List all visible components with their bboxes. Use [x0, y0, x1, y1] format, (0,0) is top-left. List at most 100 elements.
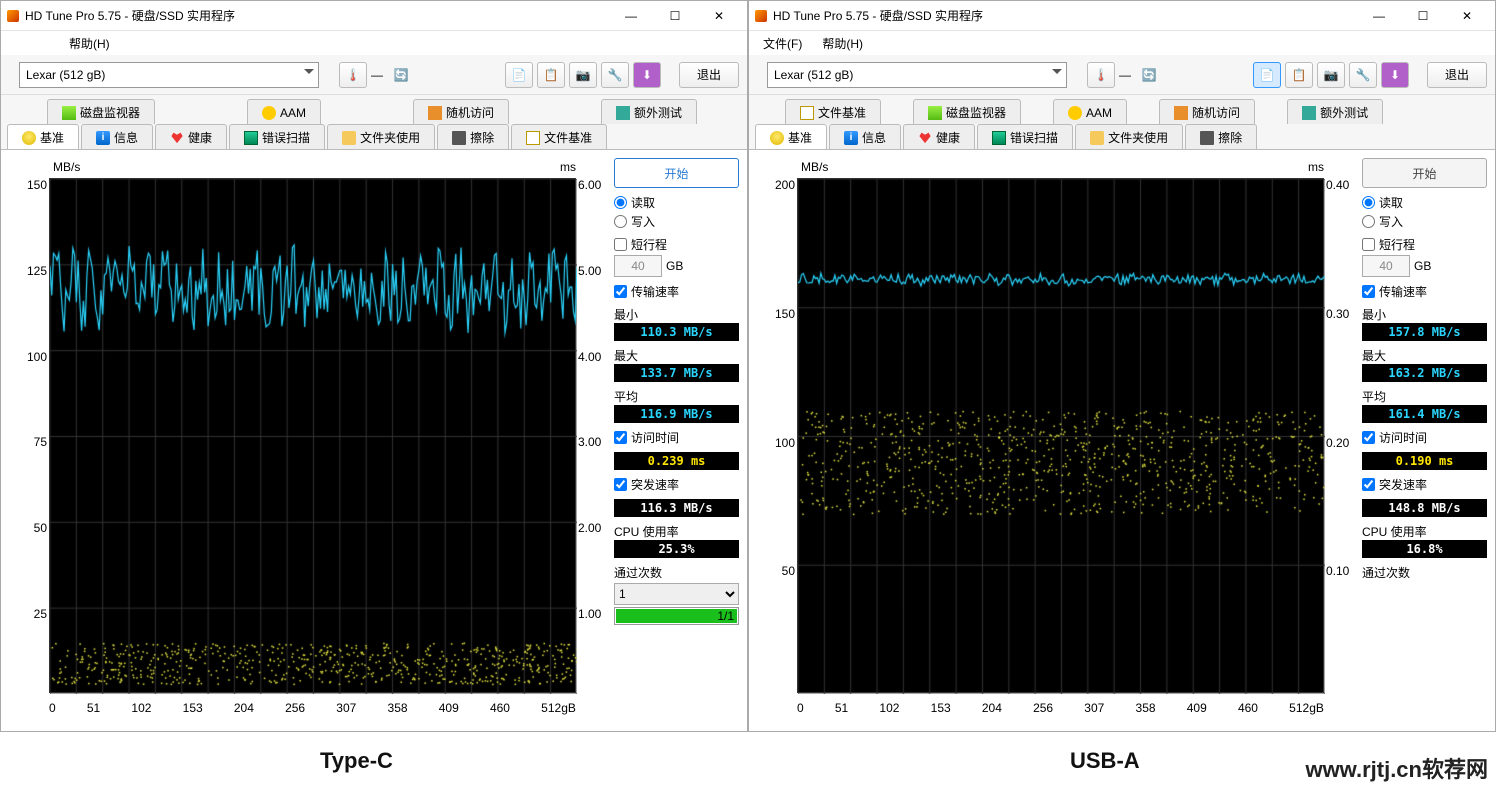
stat-access: 0.239 ms: [614, 452, 739, 470]
check-access[interactable]: 访问时间: [1362, 429, 1487, 446]
tabs-upper: 磁盘监视器 AAM 随机访问 额外测试: [1, 95, 747, 124]
save-button[interactable]: ⬇: [1381, 62, 1409, 88]
options-button[interactable]: 🔧: [1349, 62, 1377, 88]
drive-select[interactable]: Lexar (512 gB): [19, 62, 319, 88]
copy-info-button[interactable]: 📋: [1285, 62, 1313, 88]
tab-info[interactable]: 信息: [829, 124, 901, 150]
random-icon: [1174, 106, 1188, 120]
temp-icon-button[interactable]: 🌡️: [1087, 62, 1115, 88]
check-shortstroke[interactable]: 短行程: [614, 236, 739, 253]
screenshot-button[interactable]: 📷: [569, 62, 597, 88]
tab-aam[interactable]: AAM: [1053, 99, 1127, 125]
save-button[interactable]: ⬇: [633, 62, 661, 88]
close-button[interactable]: ✕: [697, 2, 741, 30]
tab-filebench[interactable]: 文件基准: [785, 99, 881, 125]
y-right-ticks: 0.400.300.20 0.10: [1326, 178, 1354, 693]
copy-text-button[interactable]: 📄: [505, 62, 533, 88]
refresh-icon[interactable]: 🔄: [387, 62, 415, 88]
tab-folder[interactable]: 文件夹使用: [327, 124, 435, 150]
tabs-lower: 基准 信息 健康 错误扫描 文件夹使用 擦除: [749, 124, 1495, 149]
check-shortstroke[interactable]: 短行程: [1362, 236, 1487, 253]
toolbar: Lexar (512 gB) 🌡️ — 🔄 📄 📋 📷 🔧 ⬇ 退出: [749, 55, 1495, 95]
start-button[interactable]: 开始: [614, 158, 739, 188]
temp-dash: —: [371, 68, 383, 82]
copy-info-button[interactable]: 📋: [537, 62, 565, 88]
check-transfer[interactable]: 传输速率: [1362, 283, 1487, 300]
benchmark-chart: [49, 178, 576, 693]
tab-erase[interactable]: 擦除: [1185, 124, 1257, 150]
menu-help[interactable]: 帮助(H): [61, 33, 118, 54]
tab-benchmark[interactable]: 基准: [755, 124, 827, 150]
y-right-label: ms: [1308, 160, 1324, 174]
tab-errorscan[interactable]: 错误扫描: [229, 124, 325, 150]
magnify-icon: [244, 131, 258, 145]
shortstroke-input[interactable]: GB: [614, 255, 739, 277]
drive-select[interactable]: Lexar (512 gB): [767, 62, 1067, 88]
check-transfer[interactable]: 传输速率: [614, 283, 739, 300]
exit-button[interactable]: 退出: [1427, 62, 1487, 88]
tab-benchmark[interactable]: 基准: [7, 124, 79, 150]
shortstroke-input[interactable]: GB: [1362, 255, 1487, 277]
check-burst[interactable]: 突发速率: [614, 476, 739, 493]
minimize-button[interactable]: —: [609, 2, 653, 30]
chevron-down-icon: [304, 69, 314, 79]
tab-random[interactable]: 随机访问: [1159, 99, 1255, 125]
tab-extra[interactable]: 额外测试: [601, 99, 697, 125]
y-right-label: ms: [560, 160, 576, 174]
tab-diskmonitor[interactable]: 磁盘监视器: [47, 99, 155, 125]
refresh-icon[interactable]: 🔄: [1135, 62, 1163, 88]
info-icon: [96, 131, 110, 145]
copy-text-button[interactable]: 📄: [1253, 62, 1281, 88]
extra-icon: [616, 106, 630, 120]
bulb-icon: [770, 131, 784, 145]
chart-area: MB/s ms 200150100 50 0.400.300.20 0.10 0…: [757, 158, 1354, 723]
toolbar: Lexar (512 gB) 🌡️ — 🔄 📄 📋 📷 🔧 ⬇ 退出: [1, 55, 747, 95]
temp-icon-button[interactable]: 🌡️: [339, 62, 367, 88]
minimize-button[interactable]: —: [1357, 2, 1401, 30]
menu-help[interactable]: 帮助(H): [814, 33, 871, 54]
start-button[interactable]: 开始: [1362, 158, 1487, 188]
radio-read[interactable]: 读取: [614, 194, 739, 211]
tabs-lower: 基准 信息 健康 错误扫描 文件夹使用 擦除 文件基准: [1, 124, 747, 149]
app-icon: [7, 10, 19, 22]
menu-file[interactable]: 文件(F): [755, 33, 810, 54]
stat-access: 0.190 ms: [1362, 452, 1487, 470]
screenshot-button[interactable]: 📷: [1317, 62, 1345, 88]
trash-icon: [452, 131, 466, 145]
content: MB/s ms 200150100 50 0.400.300.20 0.10 0…: [749, 149, 1495, 731]
content: MB/s ms 150125100 755025 6.005.004.00 3.…: [1, 149, 747, 731]
radio-read[interactable]: 读取: [1362, 194, 1487, 211]
stat-burst: 148.8 MB/s: [1362, 499, 1487, 517]
stat-min: 157.8 MB/s: [1362, 323, 1487, 341]
radio-write[interactable]: 写入: [1362, 213, 1487, 230]
menubar: 帮助(H): [1, 31, 747, 55]
tab-info[interactable]: 信息: [81, 124, 153, 150]
tab-health[interactable]: 健康: [903, 124, 975, 150]
window-title: HD Tune Pro 5.75 - 硬盘/SSD 实用程序: [773, 7, 1357, 24]
exit-button[interactable]: 退出: [679, 62, 739, 88]
maximize-button[interactable]: ☐: [1401, 2, 1445, 30]
side-panel: 开始 读取 写入 短行程 GB 传输速率 最小157.8 MB/s 最大163.…: [1362, 158, 1487, 723]
tab-random[interactable]: 随机访问: [413, 99, 509, 125]
check-access[interactable]: 访问时间: [614, 429, 739, 446]
tab-folder[interactable]: 文件夹使用: [1075, 124, 1183, 150]
tab-extra[interactable]: 额外测试: [1287, 99, 1383, 125]
tab-errorscan[interactable]: 错误扫描: [977, 124, 1073, 150]
check-burst[interactable]: 突发速率: [1362, 476, 1487, 493]
stat-max: 163.2 MB/s: [1362, 364, 1487, 382]
tab-filebench[interactable]: 文件基准: [511, 124, 607, 150]
options-button[interactable]: 🔧: [601, 62, 629, 88]
titlebar: HD Tune Pro 5.75 - 硬盘/SSD 实用程序 — ☐ ✕: [749, 1, 1495, 31]
maximize-button[interactable]: ☐: [653, 2, 697, 30]
tab-diskmonitor[interactable]: 磁盘监视器: [913, 99, 1021, 125]
tab-erase[interactable]: 擦除: [437, 124, 509, 150]
app-icon: [755, 10, 767, 22]
radio-write[interactable]: 写入: [614, 213, 739, 230]
x-ticks: 051102153 204256307358 409460512gB: [49, 701, 576, 715]
stat-avg: 116.9 MB/s: [614, 405, 739, 423]
close-button[interactable]: ✕: [1445, 2, 1489, 30]
passes-select[interactable]: 1: [614, 583, 739, 605]
tab-health[interactable]: 健康: [155, 124, 227, 150]
temp-dash: —: [1119, 68, 1131, 82]
tab-aam[interactable]: AAM: [247, 99, 321, 125]
